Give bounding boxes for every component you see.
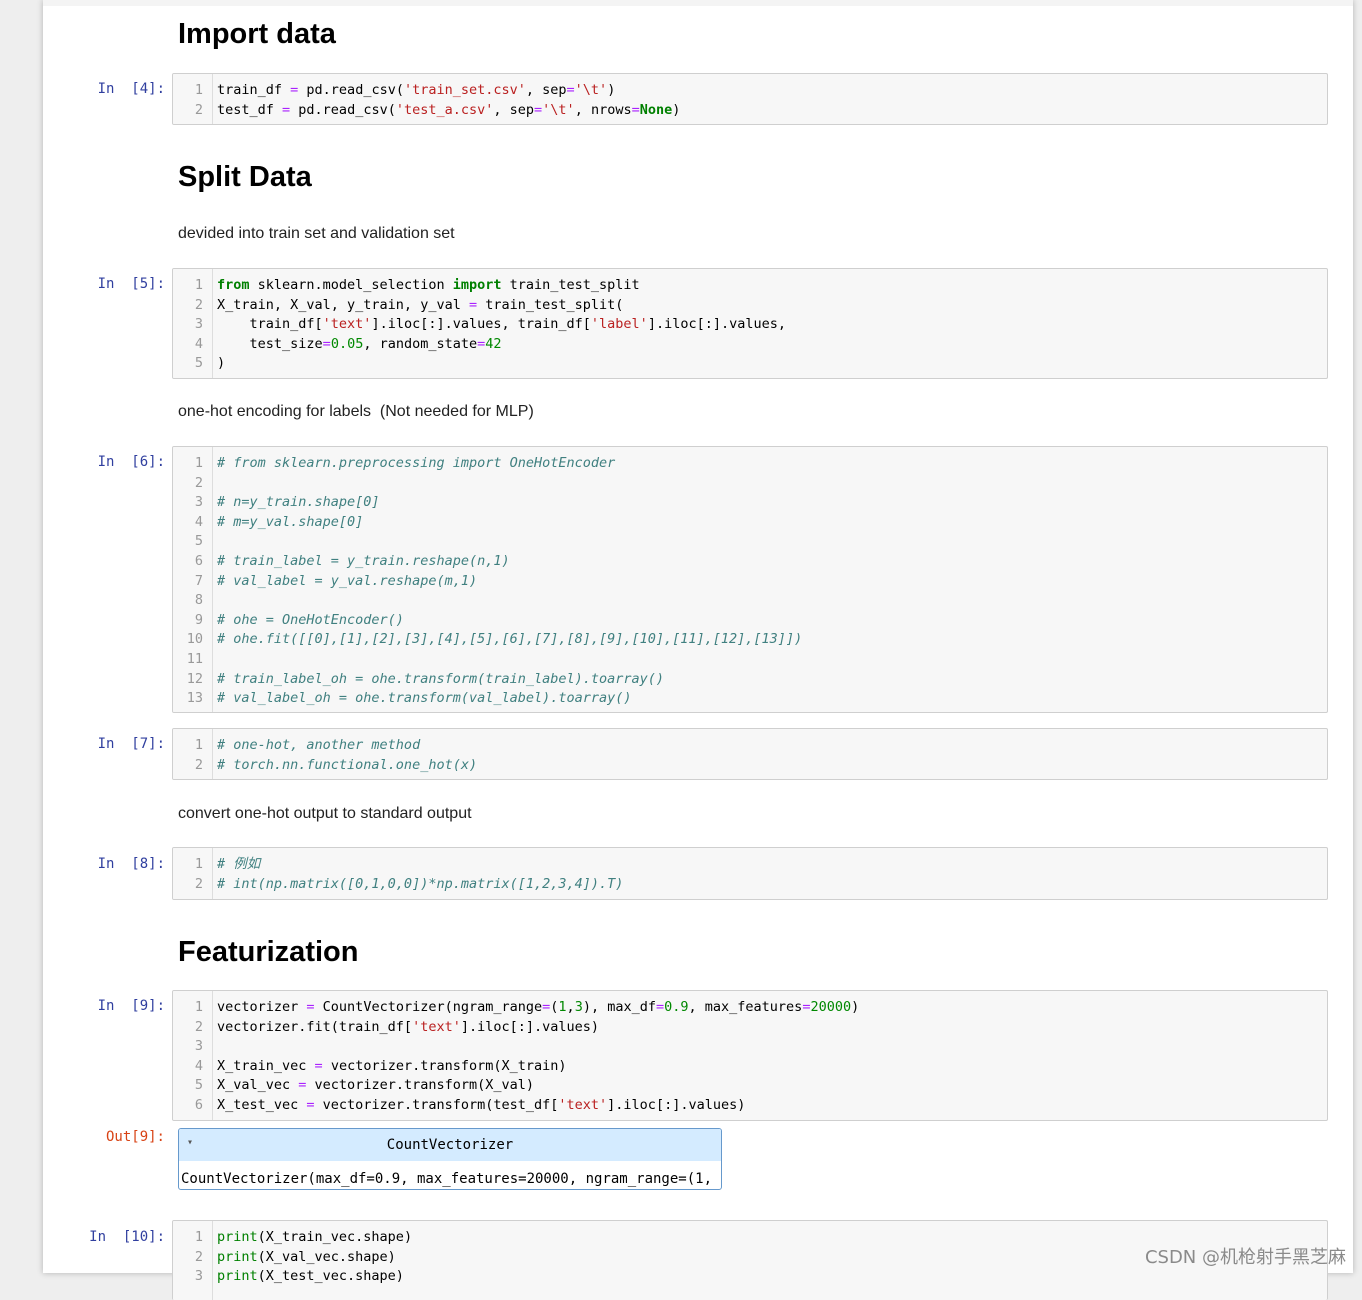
code-line: 4 X_train_vec = vectorizer.transform(X_tr… [194, 1057, 567, 1074]
markdown-cell-import: Import data [178, 18, 336, 51]
code-cell-6[interactable]: 1 # from sklearn.preprocessing import One… [172, 446, 1328, 713]
code-line: 3 train_df['text'].iloc[:].values, train… [194, 316, 786, 333]
code-line: 3 # n=y_train.shape[0] [194, 494, 380, 511]
code-line: 3 print(X_test_vec.shape) [194, 1268, 404, 1285]
code-line: 2 test_df = pd.read_csv('test_a.csv', sep… [194, 101, 681, 118]
estimator-title: CountVectorizer [386, 1137, 514, 1153]
code-line: 1 # one-hot, another method [194, 737, 421, 753]
markdown-cell-split-desc: devided into train set and validation se… [178, 225, 455, 243]
cell-prompt: In [6]: [97, 454, 165, 470]
code-line: 2 [194, 474, 203, 491]
code-line: 2 # torch.nn.functional.one_hot(x) [194, 756, 478, 773]
code-line: 8 [194, 592, 203, 609]
paragraph-split-desc: devided into train set and validation se… [178, 225, 455, 242]
estimator-output-widget: ▾ CountVectorizer CountVectorizer(max_df… [178, 1128, 722, 1190]
code-line: 6 X_test_vec = vectorizer.transform(test_… [194, 1096, 746, 1113]
code-cell-4[interactable]: 1 train_df = pd.read_csv('train_set.csv',… [172, 73, 1328, 125]
code-line: 1 from sklearn.model_selection import tra… [194, 277, 640, 293]
markdown-cell-featurization: Featurization [178, 936, 358, 969]
code-line: 5 [194, 533, 203, 550]
code-line: 5 X_val_vec = vectorizer.transform(X_val) [194, 1077, 534, 1094]
estimator-header[interactable]: ▾ CountVectorizer [179, 1129, 721, 1161]
code-line: 9 # ohe = OneHotEncoder() [194, 611, 404, 628]
code-line: 6 # train_label = y_train.reshape(n,1) [194, 552, 510, 569]
code-line: 4 # m=y_val.shape[0] [194, 513, 364, 530]
output-prompt: Out[9]: [105, 1129, 165, 1145]
code-cell-7[interactable]: 1 # one-hot, another method 2 # torch.nn.f… [172, 728, 1328, 780]
heading-featurization: Featurization [178, 936, 359, 968]
markdown-cell-onehot-desc: one-hot encoding for labels (Not needed … [178, 403, 534, 421]
cell-prompt: In [9]: [97, 998, 165, 1014]
estimator-repr: CountVectorizer(max_df=0.9, max_features… [181, 1171, 722, 1187]
cell-prompt: In [5]: [97, 276, 165, 292]
code-line: 7 # val_label = y_val.reshape(m,1) [194, 572, 478, 589]
code-line: 10 # ohe.fit([[0],[1],[2],[3],[4],[5],[6]… [186, 631, 803, 648]
markdown-cell-split: Split Data [178, 161, 312, 194]
paragraph-convert-desc: convert one-hot output to standard outpu… [178, 805, 472, 822]
code-line: 12 # train_label_oh = ohe.transform(train… [186, 670, 665, 687]
code-line: 1 # 例如 [194, 856, 261, 872]
code-line: 1 # from sklearn.preprocessing import One… [194, 455, 616, 471]
code-line: 4 test_size=0.05, random_state=42 [194, 335, 502, 352]
code-line: 13 # val_label_oh = ohe.transform(val_lab… [186, 690, 632, 707]
heading-import-data: Import data [178, 18, 336, 50]
code-line: 1 train_df = pd.read_csv('train_set.csv',… [194, 82, 616, 98]
cell-prompt: In [7]: [97, 736, 165, 752]
cell-prompt: In [10]: [89, 1229, 165, 1245]
code-cell-5[interactable]: 1 from sklearn.model_selection import tra… [172, 268, 1328, 379]
cell-prompt: In [8]: [97, 856, 165, 872]
code-line: 1 vectorizer = CountVectorizer(ngram_rang… [194, 999, 860, 1015]
code-cell-8[interactable]: 1 # 例如 2 # int(np.matrix([0,1,0,0])*np.mat… [172, 847, 1328, 900]
paragraph-onehot-desc: one-hot encoding for labels (Not needed … [178, 403, 534, 420]
csdn-watermark: CSDN @机枪射手黑芝麻 [1144, 1247, 1346, 1268]
markdown-cell-convert-desc: convert one-hot output to standard outpu… [178, 805, 472, 823]
code-line: 5) [194, 355, 226, 372]
heading-split-data: Split Data [178, 161, 312, 193]
code-line: 2 # int(np.matrix([0,1,0,0])*np.matrix([1… [194, 875, 624, 892]
code-line: 3 [194, 1038, 203, 1055]
code-line: 2 X_train, X_val, y_train, y_val = train_… [194, 296, 624, 313]
code-line: 2 vectorizer.fit(train_df['text'].iloc[:]… [194, 1018, 600, 1035]
cell-prompt: In [4]: [97, 81, 165, 97]
code-cell-9[interactable]: 1 vectorizer = CountVectorizer(ngram_rang… [172, 990, 1328, 1121]
code-line: 11 [186, 650, 203, 667]
